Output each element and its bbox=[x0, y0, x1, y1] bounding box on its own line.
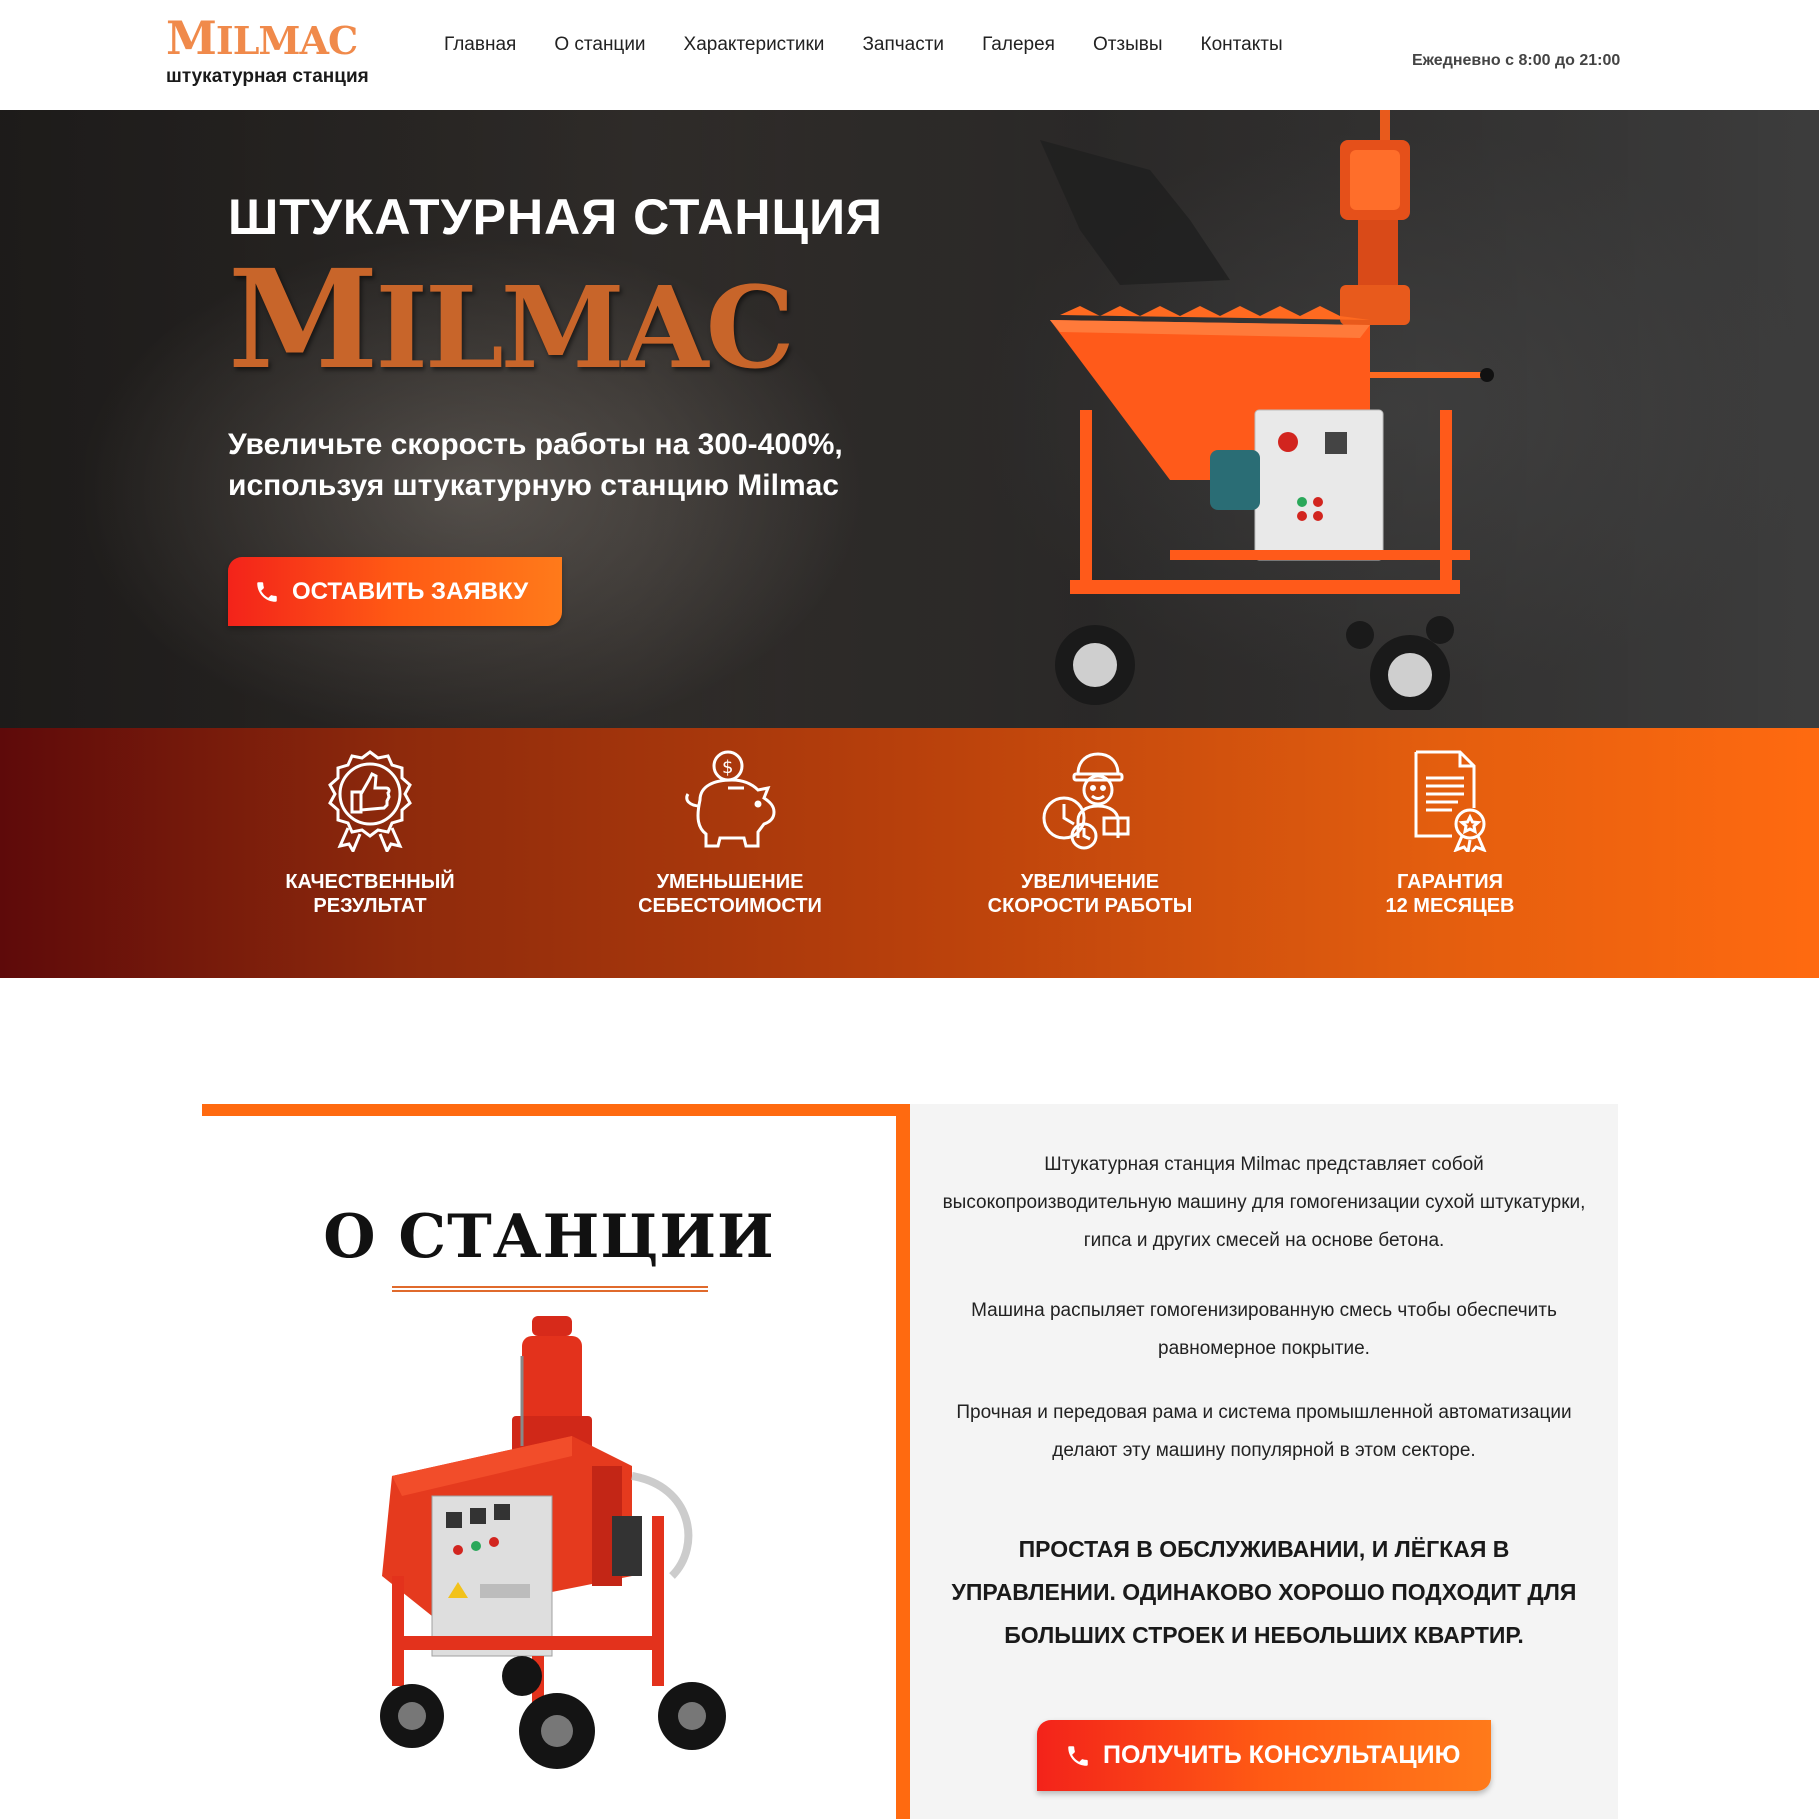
feature-speed-line2: СКОРОСТИ РАБОТЫ bbox=[987, 895, 1193, 917]
hero-title: ШТУКАТУРНАЯ СТАНЦИЯ bbox=[228, 189, 883, 245]
feature-speed: УВЕЛИЧЕНИЕ СКОРОСТИ РАБОТЫ bbox=[970, 748, 1210, 918]
hero-brand: MILMAC bbox=[228, 240, 795, 400]
feature-quality-line2: РЕЗУЛЬТАТ bbox=[313, 895, 427, 917]
about-paragraph-3: Прочная и передовая рама и система промы… bbox=[956, 1402, 1572, 1461]
main-nav: Главная О станции Характеристики Запчаст… bbox=[444, 34, 1283, 56]
plastering-machine-photo bbox=[380, 1316, 726, 1769]
feature-warranty-line1: ГАРАНТИЯ bbox=[1397, 871, 1503, 893]
hero-subtitle: Увеличьте скорость работы на 300-400%, и… bbox=[228, 428, 843, 502]
feature-quality: КАЧЕСТВЕННЫЙ РЕЗУЛЬТАТ bbox=[250, 748, 490, 918]
nav-item-parts[interactable]: Запчасти bbox=[862, 34, 944, 56]
nav-item-gallery[interactable]: Галерея bbox=[982, 34, 1055, 56]
phone-icon bbox=[257, 581, 277, 602]
worker-speed-icon bbox=[1042, 752, 1130, 850]
feature-cost-line1: УМЕНЬШЕНИЕ bbox=[656, 871, 804, 893]
feature-speed-line1: УВЕЛИЧЕНИЕ bbox=[1020, 871, 1160, 893]
about-title: О СТАНЦИИ bbox=[323, 1202, 775, 1272]
about-paragraph-1: Штукатурная станция Milmac представляет … bbox=[942, 1154, 1586, 1251]
features-band: КАЧЕСТВЕННЫЙ РЕЗУЛЬТАТ $ УМЕНЬШЕНИЕ СЕБЕ… bbox=[0, 728, 1819, 978]
leave-request-label: ОСТАВИТЬ ЗАЯВКУ bbox=[292, 577, 529, 605]
logo[interactable]: MILMAC штукатурная станция bbox=[166, 14, 396, 87]
about-highlight: ПРОСТАЯ В ОБСЛУЖИВАНИИ, И ЛЁГКАЯ В УПРАВ… bbox=[951, 1536, 1577, 1648]
about-left-panel: О СТАНЦИИ bbox=[202, 1104, 910, 1819]
feature-cost: $ УМЕНЬШЕНИЕ СЕБЕСТОИМОСТИ bbox=[610, 748, 850, 918]
plastering-machine-image bbox=[1040, 110, 1494, 710]
feature-warranty-line2: 12 МЕСЯЦЕВ bbox=[1385, 895, 1515, 917]
feature-quality-line1: КАЧЕСТВЕННЫЙ bbox=[285, 871, 455, 893]
hero-section: ШТУКАТУРНАЯ СТАНЦИЯ MILMAC Увеличьте ско… bbox=[0, 110, 1819, 728]
svg-text:$: $ bbox=[722, 757, 733, 778]
feature-cost-line2: СЕБЕСТОИМОСТИ bbox=[638, 895, 822, 917]
working-hours: Ежедневно с 8:00 до 21:00 bbox=[1412, 52, 1621, 69]
logo-wordmark: MILMAC bbox=[166, 11, 358, 65]
nav-item-specs[interactable]: Характеристики bbox=[684, 34, 825, 56]
piggy-bank-icon: $ bbox=[685, 750, 776, 848]
nav-item-contacts[interactable]: Контакты bbox=[1201, 34, 1283, 56]
thumbs-up-badge-icon bbox=[328, 750, 412, 852]
nav-item-reviews[interactable]: Отзывы bbox=[1093, 34, 1163, 56]
get-consultation-button[interactable]: ПОЛУЧИТЬ КОНСУЛЬТАЦИЮ bbox=[1037, 1720, 1491, 1791]
about-title-underline bbox=[392, 1286, 708, 1292]
about-right-panel: Штукатурная станция Milmac представляет … bbox=[910, 1104, 1618, 1819]
site-header: MILMAC штукатурная станция Главная О ста… bbox=[0, 0, 1819, 110]
about-paragraph-2: Машина распыляет гомогенизированную смес… bbox=[971, 1300, 1557, 1359]
logo-subtitle: штукатурная станция bbox=[166, 66, 369, 87]
get-consultation-label: ПОЛУЧИТЬ КОНСУЛЬТАЦИЮ bbox=[1103, 1741, 1461, 1769]
nav-item-about[interactable]: О станции bbox=[554, 34, 645, 56]
certificate-icon bbox=[1414, 750, 1487, 852]
nav-item-home[interactable]: Главная bbox=[444, 34, 516, 56]
phone-icon bbox=[1068, 1745, 1088, 1766]
leave-request-button[interactable]: ОСТАВИТЬ ЗАЯВКУ bbox=[228, 557, 562, 626]
feature-warranty: ГАРАНТИЯ 12 МЕСЯЦЕВ bbox=[1330, 748, 1570, 918]
